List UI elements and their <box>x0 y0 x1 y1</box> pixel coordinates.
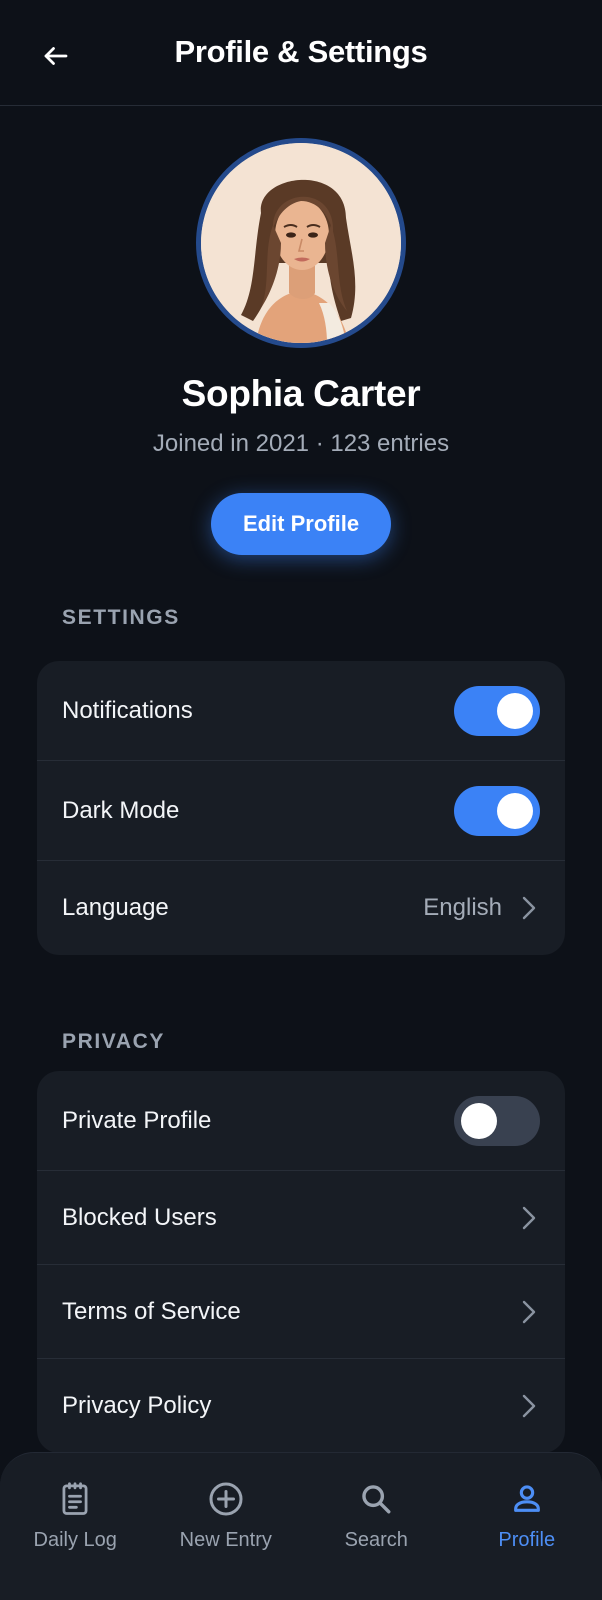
nav-new-entry[interactable]: New Entry <box>151 1453 302 1600</box>
row-label: Blocked Users <box>62 1203 217 1231</box>
toggle-knob <box>497 692 533 729</box>
nav-profile[interactable]: Profile <box>452 1453 602 1600</box>
chevron-right-icon <box>516 896 540 920</box>
app-header: Profile & Settings <box>0 0 602 106</box>
privacy-row-blocked-users[interactable]: Blocked Users <box>37 1171 565 1265</box>
plus-circle-icon <box>206 1479 246 1519</box>
privacy-row-privacy-policy[interactable]: Privacy Policy <box>37 1359 565 1453</box>
toggle-knob <box>461 1102 497 1139</box>
dark-mode-toggle[interactable] <box>454 785 540 836</box>
privacy-row-terms[interactable]: Terms of Service <box>37 1265 565 1359</box>
nav-label: Daily Log <box>33 1529 117 1551</box>
row-label: Terms of Service <box>62 1297 241 1325</box>
nav-label: New Entry <box>179 1529 272 1551</box>
row-label: Private Profile <box>62 1106 212 1134</box>
profile-name: Sophia Carter <box>181 373 421 414</box>
chevron-right-icon <box>516 1394 540 1418</box>
avatar[interactable] <box>196 138 406 348</box>
settings-section-label: SETTINGS <box>62 606 180 629</box>
settings-row-language[interactable]: Language English <box>37 861 565 955</box>
language-value: English <box>423 894 502 921</box>
search-icon <box>356 1479 396 1519</box>
page-title: Profile & Settings <box>174 34 428 69</box>
user-icon <box>507 1479 547 1519</box>
notifications-toggle[interactable] <box>454 685 540 736</box>
privacy-row-private-profile[interactable]: Private Profile <box>37 1071 565 1171</box>
toggle-knob <box>497 792 533 829</box>
nav-daily-log[interactable]: Daily Log <box>0 1453 151 1600</box>
privacy-card: Private Profile Blocked Users Terms of S… <box>37 1071 565 1453</box>
row-label: Privacy Policy <box>62 1392 212 1419</box>
profile-settings-screen: Profile & Settings Sophia Carter Joined … <box>0 0 602 1600</box>
settings-card: Notifications Dark Mode Language English <box>37 661 565 955</box>
edit-profile-button[interactable]: Edit Profile <box>211 493 391 555</box>
chevron-right-icon <box>516 1206 540 1230</box>
row-label: Dark Mode <box>62 796 180 824</box>
profile-meta: Joined in 2021 · 123 entries <box>152 430 450 457</box>
chevron-right-icon <box>516 1300 540 1324</box>
row-label: Language <box>62 894 169 921</box>
nav-search[interactable]: Search <box>301 1453 452 1600</box>
row-label: Notifications <box>62 696 193 724</box>
privacy-section-label: PRIVACY <box>62 1030 165 1053</box>
private-profile-toggle[interactable] <box>454 1095 540 1146</box>
settings-row-notifications[interactable]: Notifications <box>37 661 565 761</box>
settings-row-dark-mode[interactable]: Dark Mode <box>37 761 565 861</box>
avatar-illustration <box>201 143 401 343</box>
nav-label: Search <box>344 1529 408 1551</box>
bottom-nav: Daily Log New Entry Search Profile <box>0 1452 602 1600</box>
clipboard-icon <box>55 1479 95 1519</box>
nav-label: Profile <box>498 1529 556 1551</box>
